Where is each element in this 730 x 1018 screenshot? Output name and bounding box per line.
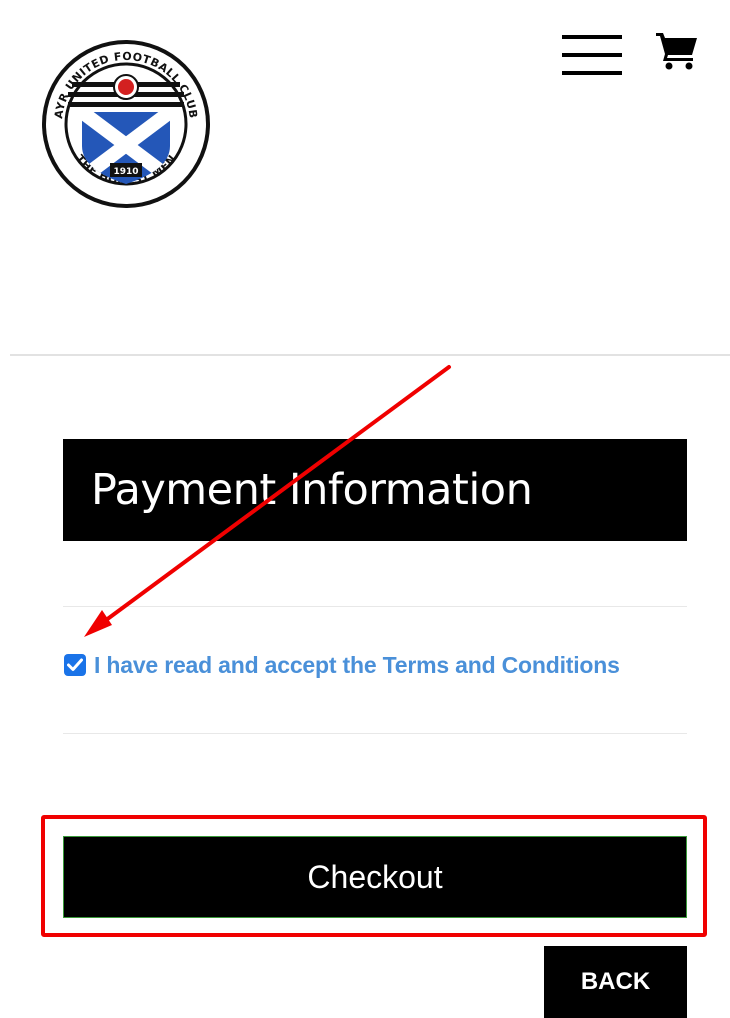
menu-bar: [562, 53, 622, 57]
checkmark-icon: [67, 658, 83, 671]
logo-year: 1910: [113, 167, 138, 177]
menu-bar: [562, 71, 622, 75]
checkout-button-label: Checkout: [307, 858, 443, 895]
club-logo[interactable]: AYR UNITED FOOTBALL CLUB THE HONEST MEN …: [40, 38, 212, 210]
back-button[interactable]: BACK: [544, 946, 687, 1018]
hamburger-menu-icon[interactable]: [560, 33, 624, 79]
page: AYR UNITED FOOTBALL CLUB THE HONEST MEN …: [0, 0, 730, 1018]
divider: [63, 733, 687, 734]
terms-label[interactable]: I have read and accept the Terms and Con…: [94, 652, 620, 679]
site-header: AYR UNITED FOOTBALL CLUB THE HONEST MEN …: [0, 0, 730, 356]
header-divider: [10, 354, 730, 356]
club-crest-icon: AYR UNITED FOOTBALL CLUB THE HONEST MEN …: [42, 40, 210, 208]
checkout-button[interactable]: Checkout: [63, 836, 687, 918]
payment-information-heading: Payment Information: [63, 439, 687, 541]
payment-heading-text: Payment Information: [91, 465, 533, 515]
menu-bar: [562, 35, 622, 39]
terms-checkbox[interactable]: [64, 654, 86, 676]
terms-and-conditions-link[interactable]: Terms and Conditions: [383, 652, 620, 678]
terms-label-prefix: I have read and accept the: [94, 651, 383, 678]
terms-acceptance-row: I have read and accept the Terms and Con…: [63, 648, 620, 682]
back-button-label: BACK: [580, 968, 651, 995]
divider: [63, 606, 687, 607]
shopping-cart-icon[interactable]: [655, 30, 699, 70]
